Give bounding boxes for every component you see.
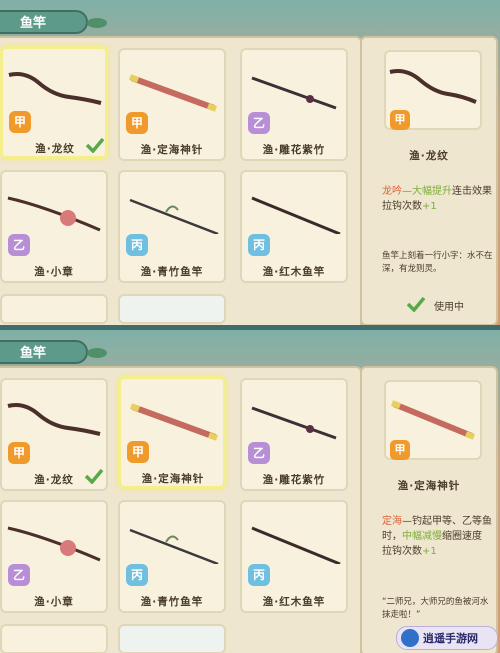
rod-name: 渔·定海神针 [140,144,204,156]
rod-name: 渔·红木鱼竿 [262,266,326,278]
redwood-rod-icon [251,526,341,564]
effect-name: 定海 [382,516,402,527]
grade-badge: 甲 [9,111,31,133]
rod-name: 渔·红木鱼竿 [262,596,326,608]
watermark-logo-icon [401,629,419,647]
in-use-check-icon [406,296,426,312]
rod-detail-effect: 龙吟—大幅提升连击效果 拉钩次数+1 [382,184,492,214]
effect-highlight: 大幅提升 [412,186,452,197]
tab-fishing-rods[interactable]: 鱼竿 [0,10,88,34]
redwood-rod-icon [251,196,341,234]
green-bamboo-rod-icon [129,528,219,564]
rod-name: 渔·小章 [34,266,74,278]
grade-badge: 甲 [390,110,410,130]
effect-name: 龙吟— [382,186,412,197]
effect-text: 缩圈速度 [442,531,482,542]
site-watermark: 逍遥手游网 [396,626,498,650]
rod-card[interactable]: 甲 渔·定海神针 [118,48,226,161]
rod-detail-panel: 甲 渔·龙纹 龙吟—大幅提升连击效果 拉钩次数+1 鱼竿上刻着一行小字：水不在深… [360,36,498,325]
rod-card[interactable]: 乙 渔·小章 [0,500,108,613]
rod-card-partial[interactable] [118,624,226,653]
rod-card-partial[interactable] [0,294,108,324]
rod-detail-name: 渔·定海神针 [397,480,461,492]
rod-detail-name: 渔·龙纹 [409,150,449,162]
grade-badge: 乙 [8,564,30,586]
grade-badge: 丙 [248,234,270,256]
grade-badge: 甲 [126,112,148,134]
tab-fishing-rods[interactable]: 鱼竿 [0,340,88,364]
effect-text: 连击效果 [452,186,492,197]
grade-badge: 甲 [8,442,30,464]
leaf-icon [87,18,107,28]
purple-bamboo-rod-icon [251,76,337,110]
rod-name: 渔·雕花紫竹 [262,474,326,486]
grade-badge: 丙 [126,234,148,256]
leaf-icon [87,348,107,358]
rod-inventory-screen-1: 鱼竿 甲 渔·龙纹 甲 渔·定海神针 乙 渔·雕花紫竹 乙 渔·小章 丙 渔·青… [0,0,500,325]
rod-card[interactable]: 乙 渔·雕花紫竹 [240,48,348,161]
grade-badge: 乙 [8,234,30,256]
rod-card[interactable]: 丙 渔·青竹鱼竿 [118,170,226,283]
rod-card[interactable]: 甲 渔·龙纹 [0,46,108,159]
grade-badge: 甲 [390,440,410,460]
rod-name: 渔·青竹鱼竿 [140,596,204,608]
hook-count-label: 拉钩次数 [382,546,422,557]
grade-badge: 乙 [248,112,270,134]
rod-card-partial[interactable] [0,624,108,653]
grade-badge: 甲 [127,441,149,463]
twisted-dark-rod-icon [8,72,102,105]
purple-bamboo-rod-icon [251,406,337,440]
rod-card[interactable]: 乙 渔·雕花紫竹 [240,378,348,491]
rod-grid: 甲 渔·龙纹 甲 渔·定海神针 乙 渔·雕花紫竹 乙 渔·小章 丙 渔·青竹鱼竿… [0,36,362,325]
red-gold-staff-icon [129,403,219,441]
watermark-text: 逍遥手游网 [423,632,478,645]
in-use-status[interactable]: 使用中 [434,298,464,313]
rod-name: 渔·小章 [34,596,74,608]
green-bamboo-rod-icon [129,198,219,234]
rod-card[interactable]: 甲 渔·定海神针 [118,376,226,489]
rod-name: 渔·定海神针 [141,473,205,485]
rod-card[interactable]: 丙 渔·红木鱼竿 [240,500,348,613]
rod-card-partial[interactable] [118,294,226,324]
rod-detail-panel: 甲 渔·定海神针 定海—钓起甲等、乙等鱼时，中幅减慢缩圈速度 拉钩次数+1 “二… [360,366,498,653]
octopus-rod-icon [7,526,101,562]
hook-count-value: +1 [422,546,437,557]
rod-card[interactable]: 丙 渔·红木鱼竿 [240,170,348,283]
rod-card[interactable]: 丙 渔·青竹鱼竿 [118,500,226,613]
equipped-check-icon [84,468,104,484]
red-gold-staff-icon [128,74,218,112]
rod-detail-flavor-text: 鱼竿上刻着一行小字：水不在深，有龙则灵。 [382,251,493,274]
rod-detail-effect: 定海—钓起甲等、乙等鱼时，中幅减慢缩圈速度 拉钩次数+1 [382,514,492,559]
hook-count-value: +1 [422,201,437,212]
octopus-rod-icon [7,196,101,232]
grade-badge: 乙 [248,442,270,464]
rod-name: 渔·雕花紫竹 [262,144,326,156]
twisted-dark-rod-icon [7,403,101,436]
rod-name: 渔·青竹鱼竿 [140,266,204,278]
rod-card[interactable]: 甲 渔·龙纹 [0,378,108,491]
rod-grid: 甲 渔·龙纹 甲 渔·定海神针 乙 渔·雕花紫竹 乙 渔·小章 丙 渔·青竹鱼竿… [0,366,362,653]
hook-count-label: 拉钩次数 [382,201,422,212]
grade-badge: 丙 [248,564,270,586]
effect-highlight: 中幅减慢 [402,531,442,542]
rod-detail-flavor-text: “二师兄，大师兄的鱼被河水抹走啦！” [382,597,489,620]
equipped-check-icon [85,137,105,153]
grade-badge: 丙 [126,564,148,586]
rod-card[interactable]: 乙 渔·小章 [0,170,108,283]
rod-inventory-screen-2: 鱼竿 甲 渔·龙纹 甲 渔·定海神针 乙 渔·雕花紫竹 乙 渔·小章 丙 渔·青… [0,330,500,653]
